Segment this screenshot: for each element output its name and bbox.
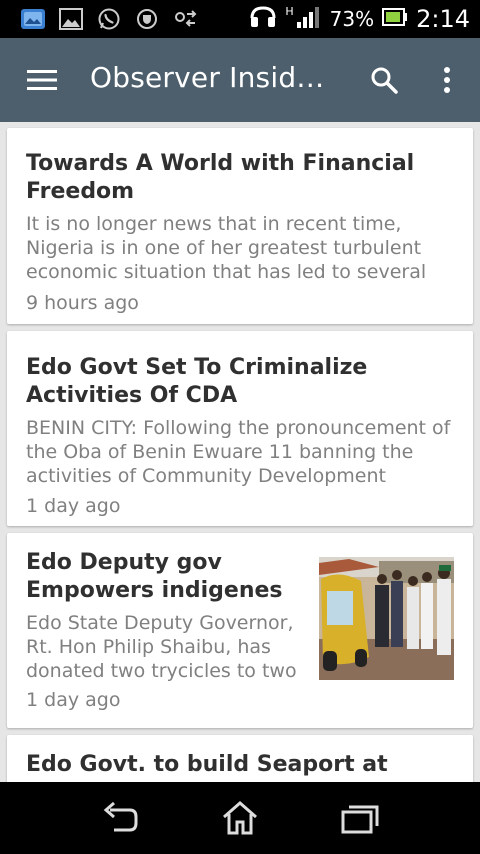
shield-icon — [134, 7, 160, 31]
navigation-bar — [0, 782, 480, 854]
article-card[interactable]: Edo Deputy gov Empowers indigenes Edo St… — [7, 533, 473, 728]
more-vert-icon[interactable] — [430, 60, 464, 100]
whatsapp-icon — [96, 7, 122, 31]
status-bar: H 73% 2:14 — [0, 0, 480, 38]
article-time: 1 day ago — [26, 495, 121, 517]
article-title: Edo Govt Set To Criminalize Activities O… — [26, 355, 368, 408]
article-card[interactable]: Edo Govt Set To Criminalize Activities O… — [7, 331, 473, 526]
sync-icon — [172, 7, 198, 31]
home-icon[interactable] — [218, 798, 262, 838]
battery-percent: 73% — [329, 7, 375, 31]
network-type-label: H — [285, 4, 294, 18]
hamburger-menu-icon[interactable] — [18, 60, 66, 100]
clock: 2:14 — [416, 5, 470, 33]
article-time: 9 hours ago — [26, 292, 139, 314]
battery-icon — [382, 8, 408, 30]
signal-icon — [296, 5, 322, 33]
article-time: 1 day ago — [26, 689, 121, 711]
gallery-app-icon — [20, 7, 46, 31]
article-summary: Edo State Deputy Governor, Rt. Hon Phili… — [26, 612, 297, 682]
article-title: Edo Govt. to build Seaport at — [26, 752, 388, 777]
search-icon[interactable] — [364, 60, 404, 100]
article-feed[interactable]: Towards A World with Financial Freedom I… — [0, 122, 480, 782]
article-summary: It is no longer news that in recent time… — [26, 213, 427, 283]
article-title: Edo Deputy gov Empowers indigenes — [26, 550, 283, 603]
app-bar: Observer Inside... — [0, 38, 480, 122]
app-title: Observer Inside... — [90, 61, 340, 94]
article-summary: BENIN CITY: Following the pronouncement … — [26, 417, 451, 487]
article-card[interactable]: Towards A World with Financial Freedom I… — [7, 128, 473, 324]
image-icon — [58, 7, 84, 31]
article-title: Towards A World with Financial Freedom — [26, 151, 415, 204]
headset-icon — [249, 5, 277, 33]
article-card[interactable]: Edo Govt. to build Seaport at — [7, 735, 473, 782]
back-icon[interactable] — [98, 798, 142, 838]
recents-icon[interactable] — [338, 798, 382, 838]
article-thumbnail[interactable] — [319, 557, 454, 680]
